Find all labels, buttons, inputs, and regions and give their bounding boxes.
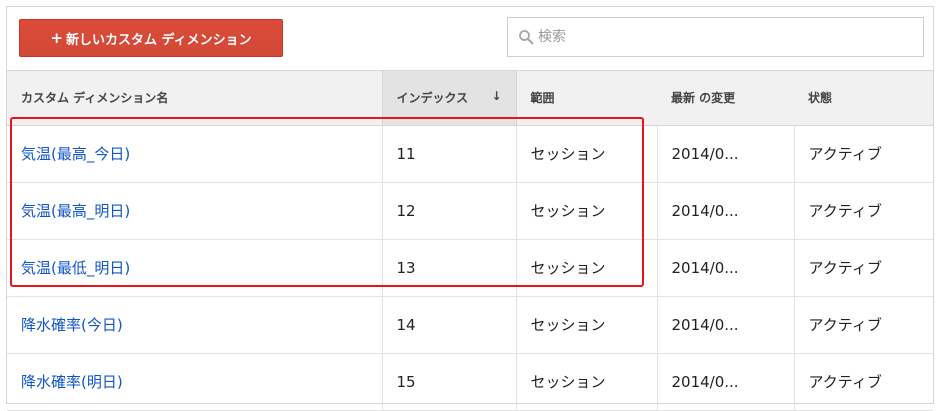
table-header-row: カスタム ディメンション名 インデックス ↓ 範囲 最新 の変更 状態 [7,71,933,126]
custom-dimensions-table: カスタム ディメンション名 インデックス ↓ 範囲 最新 の変更 状態 気温(最… [7,71,933,411]
dimension-name-cell: 降水確率(今日) [7,296,383,354]
table-row: 気温(最低_明日) 13 セッション 2014/0... アクティブ [7,239,933,297]
new-custom-dimension-button[interactable]: + 新しいカスタム ディメンション [19,19,283,57]
column-header-last-changed[interactable]: 最新 の変更 [657,71,794,126]
scope-cell: セッション [516,296,658,354]
index-cell: 11 [382,125,517,183]
column-header-index[interactable]: インデックス ↓ [381,71,517,126]
column-header-status[interactable]: 状態 [794,71,933,126]
toolbar: + 新しいカスタム ディメンション [7,7,933,71]
scope-cell: セッション [516,353,658,411]
dimension-name-cell: 気温(最高_今日) [7,125,383,183]
dimension-name-link[interactable]: 降水確率(今日) [21,316,123,334]
table-row: 降水確率(明日) 15 セッション 2014/0... アクティブ [7,353,933,411]
status-cell: アクティブ [794,182,933,240]
table-row: 気温(最高_今日) 11 セッション 2014/0... アクティブ [7,125,933,183]
table-row: 降水確率(今日) 14 セッション 2014/0... アクティブ [7,296,933,354]
last-changed-cell: 2014/0... [657,296,795,354]
dimension-name-link[interactable]: 気温(最低_明日) [21,259,130,277]
sort-descending-icon: ↓ [491,89,502,104]
custom-dimensions-panel: + 新しいカスタム ディメンション カスタム ディメンション名 [6,6,934,411]
table-row: 気温(最高_明日) 12 セッション 2014/0... アクティブ [7,182,933,240]
scope-cell: セッション [516,239,658,297]
column-header-name[interactable]: カスタム ディメンション名 [7,71,382,126]
search-box[interactable] [507,17,924,57]
plus-icon: + [50,28,63,47]
index-cell: 14 [382,296,517,354]
new-custom-dimension-label: 新しいカスタム ディメンション [65,32,252,48]
dimension-name-cell: 気温(最低_明日) [7,239,383,297]
status-cell: アクティブ [794,353,933,411]
last-changed-cell: 2014/0... [657,182,795,240]
dimension-name-link[interactable]: 気温(最高_今日) [21,145,130,163]
last-changed-cell: 2014/0... [657,125,795,183]
index-cell: 12 [382,182,517,240]
search-icon [519,30,534,45]
index-cell: 13 [382,239,517,297]
search-input[interactable] [538,29,898,45]
dimension-name-link[interactable]: 気温(最高_明日) [21,202,130,220]
last-changed-cell: 2014/0... [657,353,795,411]
status-cell: アクティブ [794,239,933,297]
index-cell: 15 [382,353,517,411]
dimension-name-cell: 気温(最高_明日) [7,182,383,240]
dimension-name-cell: 降水確率(明日) [7,353,383,411]
scope-cell: セッション [516,182,658,240]
last-changed-cell: 2014/0... [657,239,795,297]
status-cell: アクティブ [794,296,933,354]
scope-cell: セッション [516,125,658,183]
column-header-scope[interactable]: 範囲 [516,71,657,126]
status-cell: アクティブ [794,125,933,183]
dimension-name-link[interactable]: 降水確率(明日) [21,373,123,391]
